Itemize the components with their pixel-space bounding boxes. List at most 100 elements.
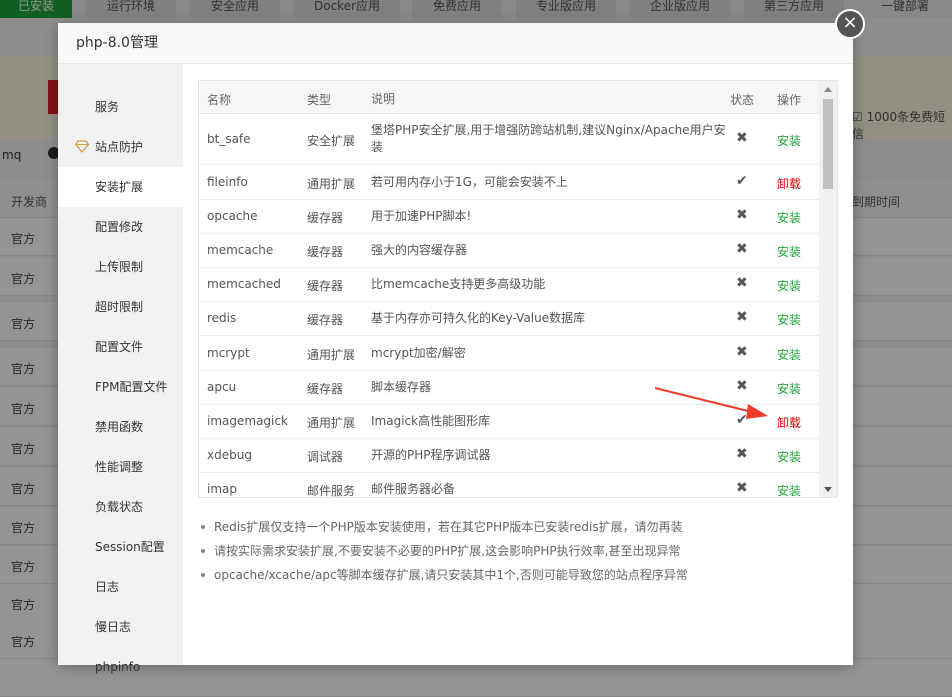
sidebar-item-load-status[interactable]: 负载状态	[58, 487, 183, 527]
list-item: opcache/xcache/apc等脚本缓存扩展,请只安装其中1个,否则可能导…	[200, 563, 820, 587]
ext-type: 通用扩展	[307, 177, 356, 191]
ext-type: 通用扩展	[307, 416, 356, 430]
ext-name: opcache	[207, 209, 258, 223]
sidebar-item-label: FPM配置文件	[95, 380, 168, 394]
status-cross-icon: ✖	[736, 344, 748, 360]
sidebar-item-disabled-functions[interactable]: 禁用函数	[58, 407, 183, 447]
status-cross-icon: ✖	[736, 130, 748, 146]
ext-desc: 脚本缓存器	[371, 380, 432, 394]
notes-list: Redis扩展仅支持一个PHP版本安装使用，若在其它PHP版本已安装redis扩…	[200, 515, 820, 587]
install-button[interactable]: 安装	[777, 482, 801, 497]
ext-type: 缓存器	[307, 211, 344, 225]
status-check-icon: ✔	[736, 173, 748, 189]
modal-sidebar: 服务 站点防护 安装扩展 配置修改 上传限制 超时限制 配置文件 FPM配置文件…	[58, 64, 183, 674]
ext-name: fileinfo	[207, 175, 248, 189]
modal-title: php-8.0管理	[58, 23, 853, 64]
table-row: imap 邮件服务 邮件服务器必备 ✖ 安装	[199, 473, 819, 497]
sidebar-item-site-protection[interactable]: 站点防护	[58, 127, 183, 167]
table-row: bt_safe 安全扩展 堡塔PHP安全扩展,用于增强防跨站机制,建议Nginx…	[199, 115, 819, 165]
sidebar-item-label: 慢日志	[95, 620, 132, 634]
status-cross-icon: ✖	[736, 241, 748, 257]
ext-type: 安全扩展	[307, 134, 356, 148]
ext-desc: 用于加速PHP脚本!	[371, 209, 472, 223]
scroll-down-icon[interactable]	[824, 487, 832, 492]
ext-type: 缓存器	[307, 382, 344, 396]
close-icon[interactable]: ×	[835, 9, 865, 39]
sidebar-item-upload-limit[interactable]: 上传限制	[58, 247, 183, 287]
ext-desc: 强大的内容缓存器	[371, 243, 468, 257]
ext-name: mcrypt	[207, 346, 250, 360]
sidebar-item-timeout-limit[interactable]: 超时限制	[58, 287, 183, 327]
ext-name: bt_safe	[207, 132, 251, 146]
sidebar-item-label: 安装扩展	[95, 180, 144, 194]
sidebar-item-label: Session配置	[95, 540, 165, 554]
table-row: fileinfo 通用扩展 若可用内存小于1G，可能会安装不上 ✔ 卸载	[199, 166, 819, 200]
extension-table-header: 名称 类型 说明 状态 操作	[199, 81, 819, 114]
sidebar-item-slow-log[interactable]: 慢日志	[58, 607, 183, 647]
scroll-up-icon[interactable]	[824, 87, 832, 92]
sidebar-item-phpinfo[interactable]: phpinfo	[58, 647, 183, 687]
ext-desc: mcrypt加密/解密	[371, 346, 466, 360]
sidebar-item-service[interactable]: 服务	[58, 87, 183, 127]
sidebar-item-label: 上传限制	[95, 260, 144, 274]
install-button[interactable]: 安装	[777, 132, 801, 149]
scroll-thumb[interactable]	[823, 99, 833, 189]
ext-desc: 堡塔PHP安全扩展,用于增强防跨站机制,建议Nginx/Apache用户安装	[371, 123, 726, 154]
install-button[interactable]: 安装	[777, 243, 801, 260]
ext-type: 缓存器	[307, 313, 344, 327]
extension-table: 名称 类型 说明 状态 操作 bt_safe 安全扩展 堡塔PHP安全扩展,用于…	[198, 80, 838, 498]
uninstall-button[interactable]: 卸载	[777, 414, 801, 431]
ext-type: 缓存器	[307, 245, 344, 259]
install-button[interactable]: 安装	[777, 346, 801, 363]
sidebar-item-label: 服务	[95, 100, 120, 114]
table-row: imagemagick 通用扩展 Imagick高性能图形库 ✔ 卸载	[199, 405, 819, 439]
header-op: 操作	[777, 93, 802, 107]
install-button[interactable]: 安装	[777, 209, 801, 226]
install-button[interactable]: 安装	[777, 448, 801, 465]
sidebar-item-label: 禁用函数	[95, 420, 144, 434]
table-row: memcached 缓存器 比memcache支持更多高级功能 ✖ 安装	[199, 268, 819, 302]
ext-type: 调试器	[307, 450, 344, 464]
ext-name: memcached	[207, 277, 281, 291]
ext-type: 缓存器	[307, 279, 344, 293]
uninstall-button[interactable]: 卸载	[777, 175, 801, 192]
sidebar-item-install-extensions[interactable]: 安装扩展	[58, 167, 183, 207]
status-cross-icon: ✖	[736, 309, 748, 325]
install-button[interactable]: 安装	[777, 311, 801, 328]
ext-name: redis	[207, 311, 237, 325]
sidebar-item-performance[interactable]: 性能调整	[58, 447, 183, 487]
table-row: redis 缓存器 基于内存亦可持久化的Key-Value数据库 ✖ 安装	[199, 302, 819, 336]
table-row: opcache 缓存器 用于加速PHP脚本! ✖ 安装	[199, 200, 819, 234]
sidebar-item-log[interactable]: 日志	[58, 567, 183, 607]
status-cross-icon: ✖	[736, 378, 748, 394]
header-desc: 说明	[371, 92, 396, 106]
sidebar-item-label: 配置文件	[95, 340, 144, 354]
status-check-icon: ✔	[736, 412, 748, 428]
sidebar-item-label: 配置修改	[95, 220, 144, 234]
table-row: mcrypt 通用扩展 mcrypt加密/解密 ✖ 安装	[199, 336, 819, 371]
list-item: 请按实际需求安装扩展,不要安装不必要的PHP扩展,这会影响PHP执行效率,甚至出…	[200, 539, 820, 563]
install-button[interactable]: 安装	[777, 277, 801, 294]
ext-name: apcu	[207, 380, 237, 394]
sidebar-item-label: 站点防护	[95, 140, 144, 154]
table-row: memcache 缓存器 强大的内容缓存器 ✖ 安装	[199, 234, 819, 268]
sidebar-item-config-file[interactable]: 配置文件	[58, 327, 183, 367]
ext-desc: 开源的PHP程序调试器	[371, 448, 491, 462]
status-cross-icon: ✖	[736, 480, 748, 496]
sidebar-item-fpm-config[interactable]: FPM配置文件	[58, 367, 183, 407]
sidebar-item-session[interactable]: Session配置	[58, 527, 183, 567]
header-name: 名称	[207, 93, 232, 107]
php-manage-modal: php-8.0管理 服务 站点防护 安装扩展 配置修改 上传限制 超时限制 配置…	[58, 23, 853, 674]
install-button[interactable]: 安装	[777, 380, 801, 397]
status-cross-icon: ✖	[736, 275, 748, 291]
sidebar-item-label: 超时限制	[95, 300, 144, 314]
sidebar-item-label: 负载状态	[95, 500, 144, 514]
status-cross-icon: ✖	[736, 446, 748, 462]
sidebar-item-label: 日志	[95, 580, 120, 594]
ext-name: imap	[207, 482, 237, 496]
table-row: apcu 缓存器 脚本缓存器 ✖ 安装	[199, 371, 819, 405]
status-cross-icon: ✖	[736, 207, 748, 223]
sidebar-item-config-edit[interactable]: 配置修改	[58, 207, 183, 247]
ext-desc: 若可用内存小于1G，可能会安装不上	[371, 175, 568, 189]
table-scrollbar[interactable]	[819, 81, 837, 497]
